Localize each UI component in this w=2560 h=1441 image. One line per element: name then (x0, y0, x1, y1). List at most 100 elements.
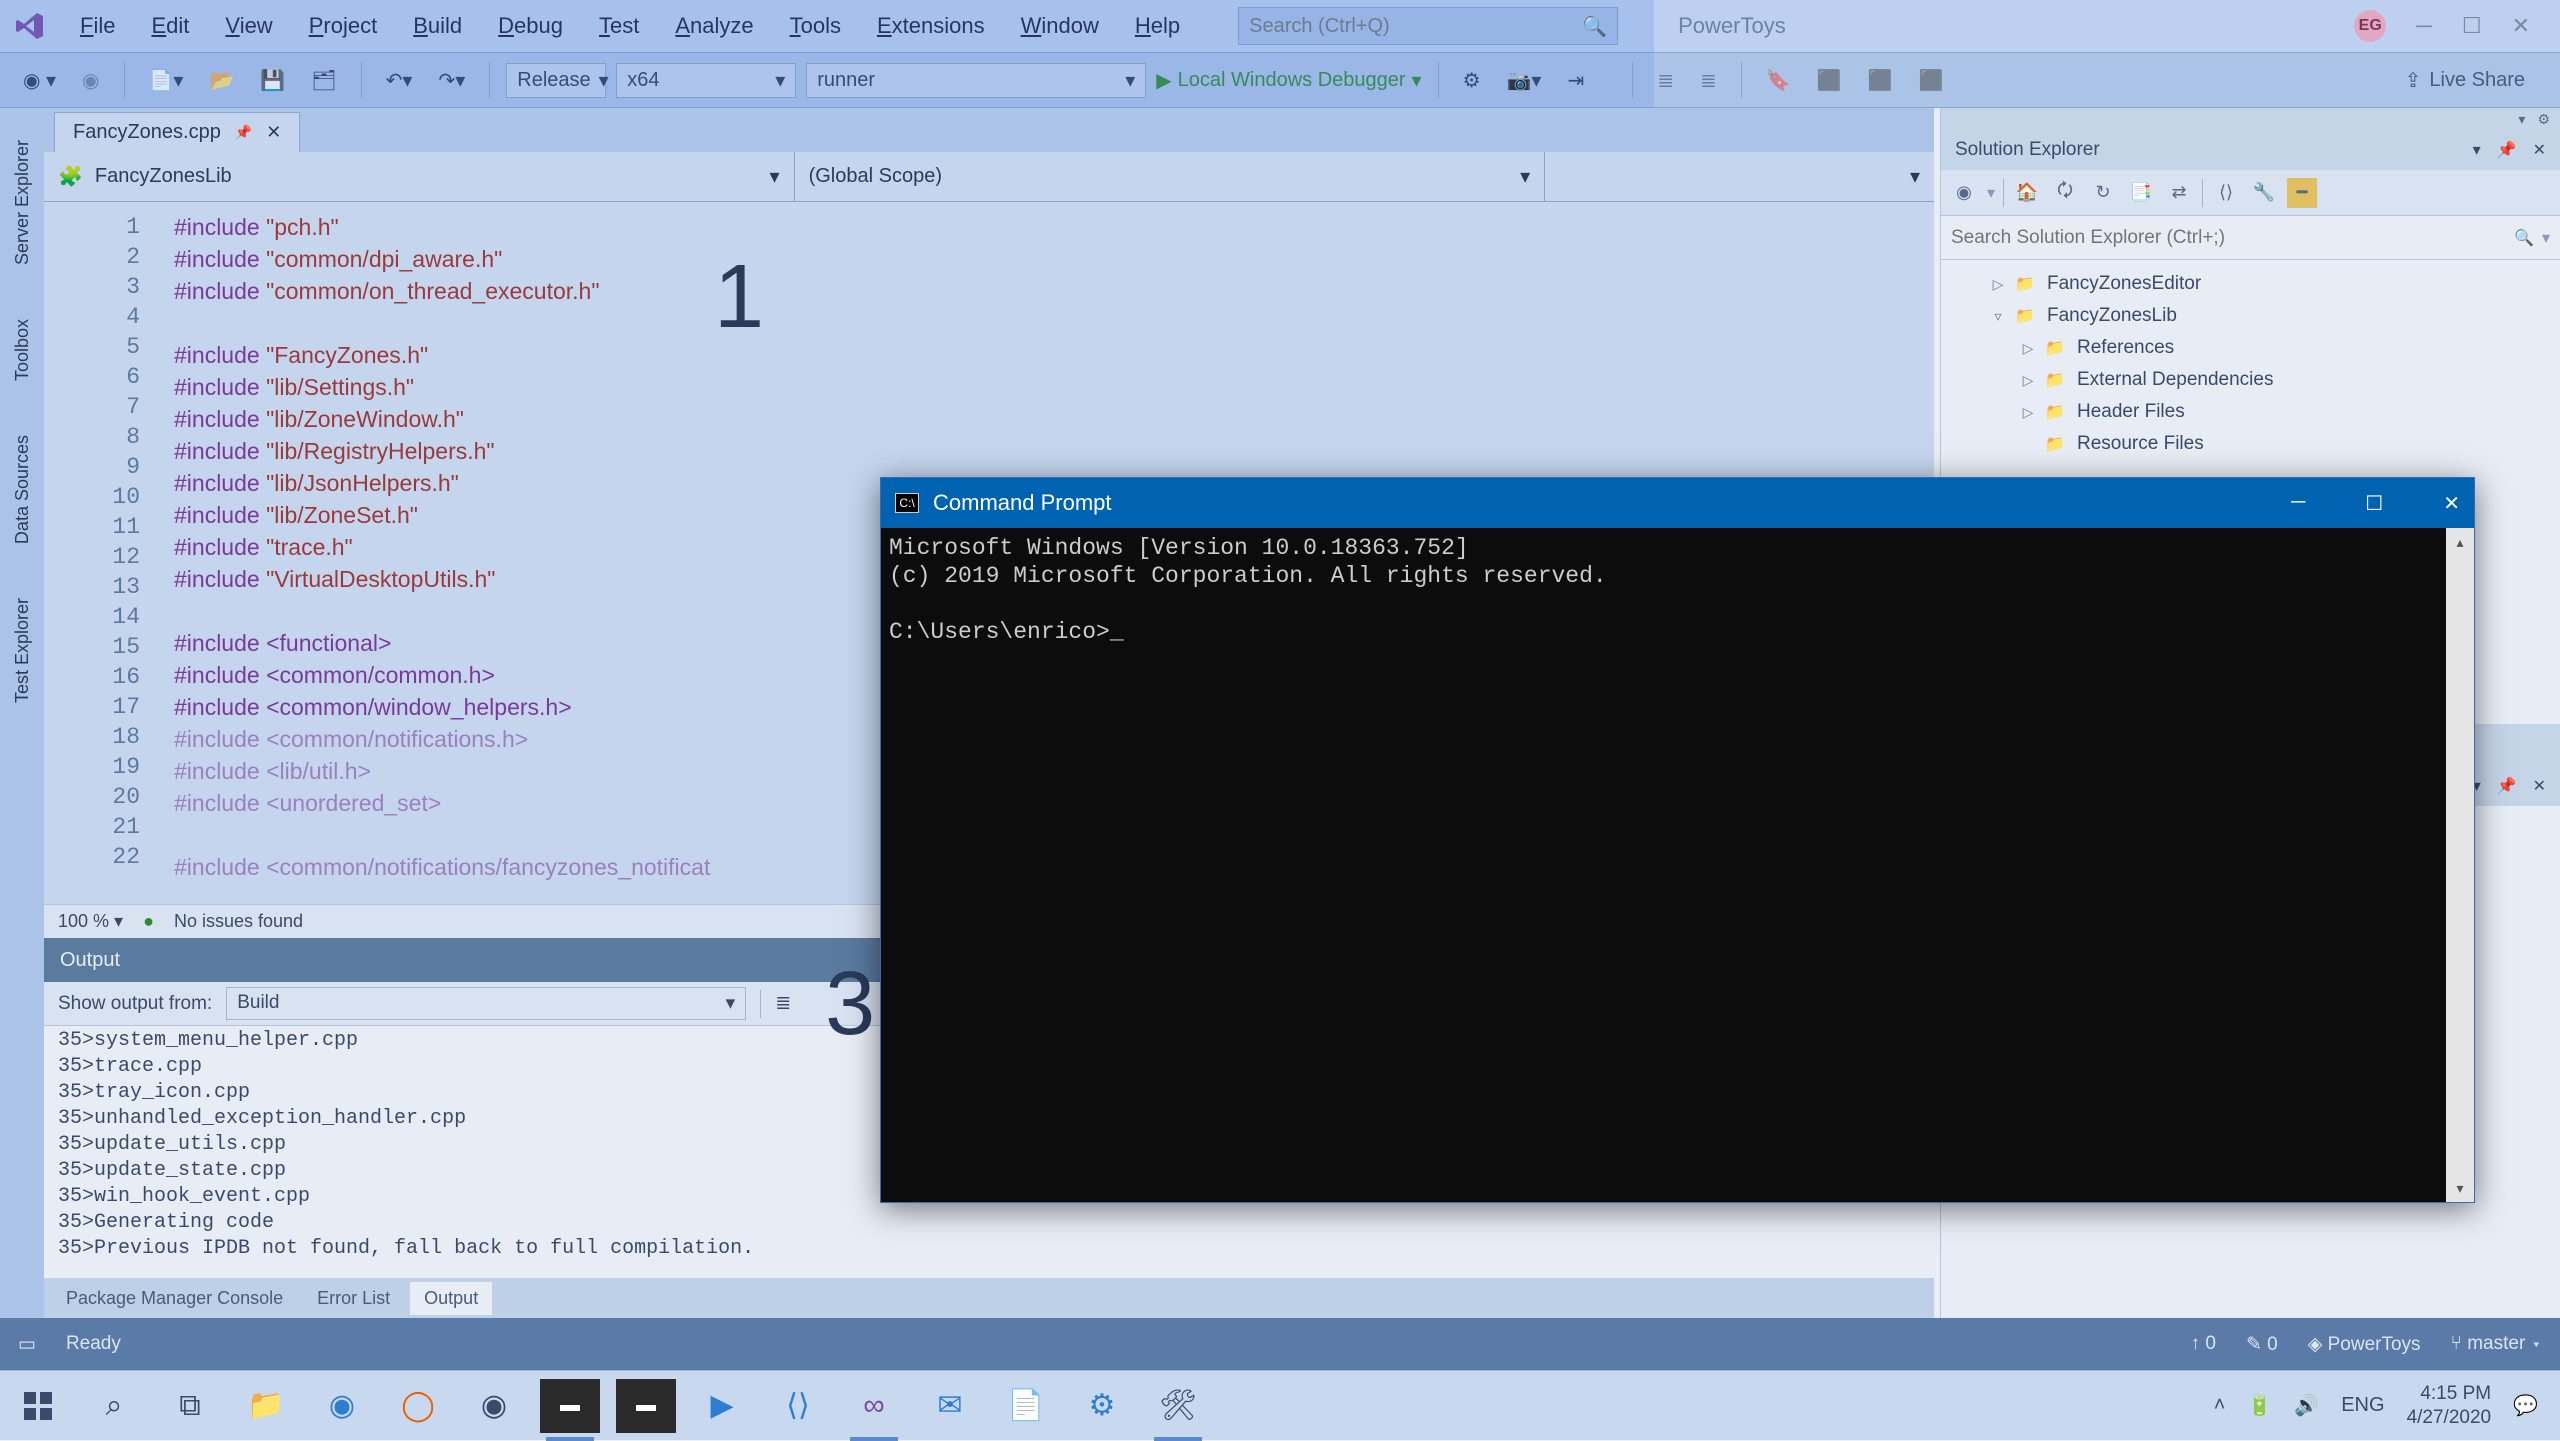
menu-analyze[interactable]: Analyze (657, 7, 771, 44)
live-share-button[interactable]: ⇪ Live Share (2405, 68, 2545, 93)
save-all-icon[interactable]: 🗂 (303, 64, 344, 97)
quick-search[interactable]: 🔍 (1238, 7, 1618, 45)
terminal-icon[interactable]: ▬ (540, 1379, 600, 1433)
menu-help[interactable]: Help (1117, 7, 1198, 44)
output-tab-output[interactable]: Output (410, 1282, 492, 1315)
start-button[interactable] (8, 1379, 68, 1433)
editor-tab[interactable]: FancyZones.cpp 📌 ✕ (54, 112, 300, 152)
panel-gear-icon[interactable]: ⚙ (2537, 111, 2550, 128)
search-button[interactable]: ⌕ (84, 1379, 144, 1433)
powertoys-icon[interactable]: 🛠 (1148, 1379, 1208, 1433)
fwd-nav-icon[interactable]: ◉ (74, 64, 107, 97)
publish-icon[interactable]: ↑ 0 (2191, 1333, 2216, 1355)
clock[interactable]: 4:15 PM4/27/2020 (2407, 1382, 2492, 1430)
debugger-button[interactable]: ▶ Local Windows Debugger ▾ (1156, 68, 1421, 93)
vtab-test-explorer[interactable]: Test Explorer (8, 586, 37, 715)
config-dropdown[interactable]: Release▾ (506, 63, 606, 98)
cmd-titlebar[interactable]: C:\ Command Prompt ─ ☐ ✕ (881, 478, 2474, 528)
notifications-icon[interactable]: 💬 (2513, 1393, 2538, 1418)
menu-window[interactable]: Window (1003, 7, 1117, 44)
bookmark-icon[interactable]: 🔖 (1758, 64, 1799, 97)
menu-test[interactable]: Test (581, 7, 657, 44)
pin-icon[interactable]: 📌 (235, 124, 252, 141)
nav-project[interactable]: 🧩 FancyZonesLib▾ (44, 152, 795, 201)
cmd-body[interactable]: Microsoft Windows [Version 10.0.18363.75… (881, 528, 2474, 652)
menu-view[interactable]: View (207, 7, 290, 44)
menu-debug[interactable]: Debug (480, 7, 581, 44)
new-item-icon[interactable]: 📄▾ (141, 64, 192, 97)
snapshot-icon[interactable]: 📷▾ (1499, 64, 1550, 97)
visualstudio-icon[interactable]: ∞ (844, 1379, 904, 1433)
se-tree[interactable]: ▷📁FancyZonesEditor▿📁FancyZonesLib▷📁Refer… (1941, 260, 2560, 468)
user-avatar[interactable]: EG (2354, 10, 2386, 42)
output-source-dropdown[interactable]: Build▾ (226, 987, 746, 1020)
open-icon[interactable]: 📂 (201, 64, 242, 97)
tree-node[interactable]: ▷📁Header Files (1941, 396, 2560, 428)
changes-icon[interactable]: ✎ 0 (2246, 1333, 2278, 1356)
vscode-icon[interactable]: ⟨⟩ (768, 1379, 828, 1433)
powershell-icon[interactable]: ▶ (692, 1379, 752, 1433)
se-search[interactable]: 🔍▾ (1941, 216, 2560, 260)
search-input[interactable] (1249, 15, 1582, 38)
tree-node[interactable]: ▷📁FancyZonesEditor (1941, 268, 2560, 300)
explorer-icon[interactable]: 📁 (236, 1379, 296, 1433)
menu-edit[interactable]: Edit (133, 7, 207, 44)
se-pin-icon[interactable]: 📌 (2497, 140, 2517, 160)
nav-scope[interactable]: (Global Scope)▾ (795, 152, 1546, 201)
step-icon[interactable]: ⇥ (1559, 64, 1592, 97)
tree-node[interactable]: 📁Resource Files (1941, 428, 2560, 460)
task-view-button[interactable]: ⧉ (160, 1379, 220, 1433)
zoom-dropdown[interactable]: 100 % ▾ (58, 911, 123, 932)
command-prompt-window[interactable]: C:\ Command Prompt ─ ☐ ✕ Microsoft Windo… (880, 477, 2475, 1203)
close-tab-icon[interactable]: ✕ (266, 122, 281, 143)
doc-icon[interactable]: 📄 (996, 1379, 1056, 1433)
undo-icon[interactable]: ↶▾ (378, 64, 421, 97)
startup-dropdown[interactable]: runner▾ (806, 63, 1146, 98)
save-icon[interactable]: 💾 (252, 64, 293, 97)
minimize-icon[interactable]: ─ (2416, 13, 2432, 39)
se-home-icon[interactable]: 🏠 (2012, 178, 2042, 208)
firefox-icon[interactable]: ◯ (388, 1379, 448, 1433)
edge-icon[interactable]: ◉ (312, 1379, 372, 1433)
repo-indicator[interactable]: ◈ PowerToys (2308, 1333, 2421, 1356)
tree-node[interactable]: ▷📁References (1941, 332, 2560, 364)
cmd-taskbar-icon[interactable]: ▬ (616, 1379, 676, 1433)
redo-icon[interactable]: ↷▾ (430, 64, 473, 97)
menu-extensions[interactable]: Extensions (859, 7, 1003, 44)
cmd-scrollbar[interactable]: ▴▾ (2446, 528, 2474, 1202)
menu-project[interactable]: Project (291, 7, 395, 44)
indent-icon[interactable]: ≣ (1649, 64, 1682, 97)
cmd-close-icon[interactable]: ✕ (2443, 491, 2460, 516)
menu-tools[interactable]: Tools (772, 7, 859, 44)
volume-icon[interactable]: 🔊 (2294, 1393, 2319, 1418)
output-tool-icon[interactable]: ≣ (775, 992, 791, 1015)
output-tab-package-manager-console[interactable]: Package Manager Console (52, 1282, 297, 1315)
nav-member[interactable]: ▾ (1545, 152, 1934, 201)
branch-indicator[interactable]: ⑂ master ▾ (2451, 1333, 2542, 1355)
se-back-icon[interactable]: ◉ (1949, 178, 1979, 208)
menu-file[interactable]: File (62, 7, 133, 44)
outlook-icon[interactable]: ✉ (920, 1379, 980, 1433)
tool-icon[interactable]: ⚙ (1455, 64, 1489, 97)
vtab-server-explorer[interactable]: Server Explorer (8, 128, 37, 277)
language-indicator[interactable]: ENG (2341, 1394, 2384, 1417)
back-nav-icon[interactable]: ◉ ▾ (15, 64, 64, 97)
vtab-toolbox[interactable]: Toolbox (8, 307, 37, 393)
close-icon[interactable]: ✕ (2512, 13, 2530, 39)
vtab-data-sources[interactable]: Data Sources (8, 423, 37, 556)
gear-app-icon[interactable]: ⚙ (1072, 1379, 1132, 1433)
tray-expand-icon[interactable]: ˄ (2214, 1394, 2226, 1417)
maximize-icon[interactable]: ☐ (2462, 13, 2482, 39)
battery-icon[interactable]: 🔋 (2247, 1393, 2272, 1418)
platform-dropdown[interactable]: x64▾ (616, 63, 796, 98)
menu-build[interactable]: Build (395, 7, 480, 44)
output-tab-error-list[interactable]: Error List (303, 1282, 404, 1315)
dedent-icon[interactable]: ≣ (1692, 64, 1725, 97)
panel-options-icon[interactable]: ▾ (2518, 111, 2525, 128)
se-sync-icon[interactable]: 🗘 (2050, 178, 2080, 208)
se-close-icon[interactable]: ✕ (2533, 140, 2546, 160)
cmd-maximize-icon[interactable]: ☐ (2365, 491, 2383, 516)
se-wrench-icon[interactable]: 🔧 (2249, 178, 2279, 208)
tree-node[interactable]: ▷📁External Dependencies (1941, 364, 2560, 396)
cmd-minimize-icon[interactable]: ─ (2291, 491, 2305, 516)
